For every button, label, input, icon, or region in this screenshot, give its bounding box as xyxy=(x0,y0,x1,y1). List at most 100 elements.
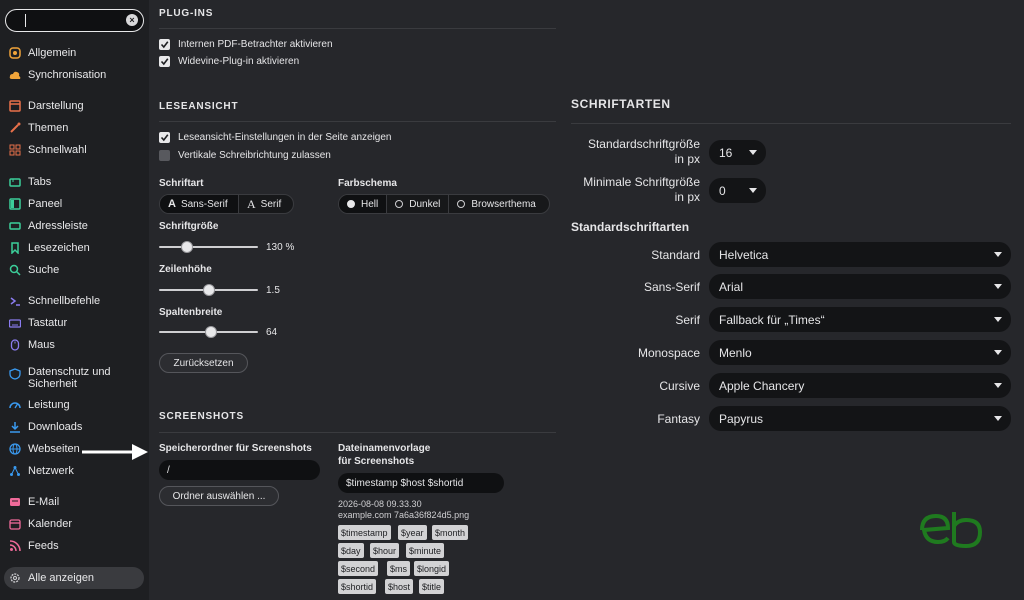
reader-settings-checkbox[interactable] xyxy=(159,132,170,143)
clear-search-icon[interactable]: × xyxy=(126,14,138,26)
sidebar-item-label: Feeds xyxy=(28,540,59,552)
template-token[interactable]: $month xyxy=(432,525,469,540)
sidebar-item-darstellung[interactable]: Darstellung xyxy=(9,97,84,115)
template-token[interactable]: $longid xyxy=(414,561,450,576)
column-width-value: 64 xyxy=(266,327,278,338)
min-font-size-select[interactable]: 0 xyxy=(709,178,766,203)
label-line: Minimale Schriftgröße xyxy=(583,175,700,189)
scheme-option-browserthema[interactable]: Browserthema xyxy=(449,195,543,213)
reader-settings-checkbox-row[interactable]: Leseansicht-Einstellungen in der Seite a… xyxy=(159,132,391,143)
template-token[interactable]: $shortid xyxy=(338,579,377,594)
fantasy-font-select[interactable]: Papyrus xyxy=(709,406,1011,431)
template-token[interactable]: $timestamp xyxy=(338,525,391,540)
label-line: in px xyxy=(674,152,700,166)
sidebar-item-tabs[interactable]: Tabs xyxy=(9,173,51,191)
select-value: Fallback für „Times“ xyxy=(719,312,825,327)
sidebar-item-datenschutz[interactable]: Datenschutz und Sicherheit xyxy=(9,366,144,394)
font-option-sans-serif[interactable]: A Sans-Serif xyxy=(160,195,239,213)
screenshot-folder-field[interactable]: / xyxy=(159,460,320,480)
sidebar-item-label: Kalender xyxy=(28,518,73,530)
search-input[interactable]: × xyxy=(5,9,144,32)
sidebar-item-synchronisation[interactable]: Synchronisation xyxy=(9,66,106,84)
feed-icon xyxy=(9,540,21,552)
sidebar-item-tastatur[interactable]: Tastatur xyxy=(9,314,67,332)
divider xyxy=(159,432,556,433)
scheme-option-hell[interactable]: Hell xyxy=(339,195,388,213)
standard-font-select[interactable]: Helvetica xyxy=(709,242,1011,267)
select-value: 16 xyxy=(719,145,733,160)
template-token[interactable]: $title xyxy=(419,579,445,594)
sidebar-item-schnellwahl[interactable]: Schnellwahl xyxy=(9,141,87,159)
speed-dial-icon xyxy=(9,144,21,156)
label-line: in px xyxy=(674,190,700,204)
font-option-serif[interactable]: A Serif xyxy=(239,195,289,213)
font-title: Schriftart xyxy=(159,178,204,189)
sidebar-item-themen[interactable]: Themen xyxy=(9,119,68,137)
sidebar-item-label: Leistung xyxy=(28,399,70,411)
sidebar-item-feeds[interactable]: Feeds xyxy=(9,537,59,555)
sidebar-item-label: Allgemein xyxy=(28,47,77,59)
chevron-down-icon xyxy=(994,416,1002,421)
cursive-font-select[interactable]: Apple Chancery xyxy=(709,373,1011,398)
sidebar-item-maus[interactable]: Maus xyxy=(9,336,55,354)
font-size-slider[interactable] xyxy=(159,241,258,253)
select-value: Papyrus xyxy=(719,411,764,426)
column-width-slider[interactable] xyxy=(159,326,258,338)
choose-folder-button[interactable]: Ordner auswählen ... xyxy=(159,486,279,506)
vertical-writing-checkbox[interactable] xyxy=(159,150,170,161)
sidebar-item-downloads[interactable]: Downloads xyxy=(9,418,82,436)
sidebar-item-lesezeichen[interactable]: Lesezeichen xyxy=(9,239,90,257)
sidebar-item-suche[interactable]: Suche xyxy=(9,261,59,279)
widevine-checkbox[interactable] xyxy=(159,56,170,67)
filename-preview-line2: example.com 7a6a36f824d5.png xyxy=(338,510,470,520)
sidebar-item-e-mail[interactable]: E-Mail xyxy=(9,493,59,511)
chevron-down-icon xyxy=(749,188,757,193)
slider-thumb[interactable] xyxy=(203,284,215,296)
sidebar-item-alle-anzeigen[interactable]: Alle anzeigen xyxy=(9,569,94,587)
sidebar-item-label: Datenschutz und Sicherheit xyxy=(28,366,111,390)
template-token[interactable]: $second xyxy=(338,561,379,576)
sidebar-item-label: Maus xyxy=(28,339,55,351)
sidebar-item-schnellbefehle[interactable]: Schnellbefehle xyxy=(9,292,100,310)
line-height-slider[interactable] xyxy=(159,284,258,296)
serif-font-select[interactable]: Fallback für „Times“ xyxy=(709,307,1011,332)
reader-section-title: LESEANSICHT xyxy=(159,101,239,112)
pdf-viewer-checkbox-row[interactable]: Internen PDF-Betrachter aktivieren xyxy=(159,39,333,50)
default-font-size-select[interactable]: 16 xyxy=(709,140,766,165)
widevine-checkbox-row[interactable]: Widevine-Plug-in aktivieren xyxy=(159,56,299,67)
slider-thumb[interactable] xyxy=(181,241,193,253)
sidebar-item-paneel[interactable]: Paneel xyxy=(9,195,62,213)
vertical-writing-checkbox-row[interactable]: Vertikale Schreibrichtung zulassen xyxy=(159,150,331,161)
sidebar-item-kalender[interactable]: Kalender xyxy=(9,515,72,533)
select-value: Apple Chancery xyxy=(719,378,805,393)
sidebar-item-adressleiste[interactable]: Adressleiste xyxy=(9,217,88,235)
annotation-arrow-icon xyxy=(82,444,148,460)
sidebar-item-label: E-Mail xyxy=(28,496,60,508)
template-token[interactable]: $ms xyxy=(387,561,411,576)
filename-template-field[interactable]: $timestamp $host $shortid xyxy=(338,473,504,493)
sidebar-item-leistung[interactable]: Leistung xyxy=(9,396,70,414)
sidebar-item-label: Synchronisation xyxy=(28,69,107,81)
search-icon xyxy=(9,264,21,276)
template-token[interactable]: $minute xyxy=(406,543,445,558)
template-token[interactable]: $year xyxy=(398,525,427,540)
sans-serif-font-select[interactable]: Arial xyxy=(709,274,1011,299)
sidebar-item-webseiten[interactable]: Webseiten xyxy=(9,440,80,458)
sidebar-item-label: Alle anzeigen xyxy=(28,572,95,584)
widevine-label: Widevine-Plug-in aktivieren xyxy=(178,56,300,67)
divider xyxy=(159,28,556,29)
pdf-viewer-checkbox[interactable] xyxy=(159,39,170,50)
reset-button[interactable]: Zurücksetzen xyxy=(159,353,248,373)
sidebar-item-allgemein[interactable]: Allgemein xyxy=(9,44,76,62)
template-token[interactable]: $host xyxy=(385,579,414,594)
slider-thumb[interactable] xyxy=(205,326,217,338)
font-row-label: Sans-Serif xyxy=(643,280,700,294)
template-token[interactable]: $hour xyxy=(370,543,400,558)
monospace-font-select[interactable]: Menlo xyxy=(709,340,1011,365)
template-token[interactable]: $day xyxy=(338,543,364,558)
chevron-down-icon xyxy=(994,350,1002,355)
font-size-value: 130 % xyxy=(266,242,295,253)
sidebar-item-label: Tastatur xyxy=(28,317,68,329)
sidebar-item-netzwerk[interactable]: Netzwerk xyxy=(9,462,74,480)
scheme-option-dunkel[interactable]: Dunkel xyxy=(387,195,450,213)
